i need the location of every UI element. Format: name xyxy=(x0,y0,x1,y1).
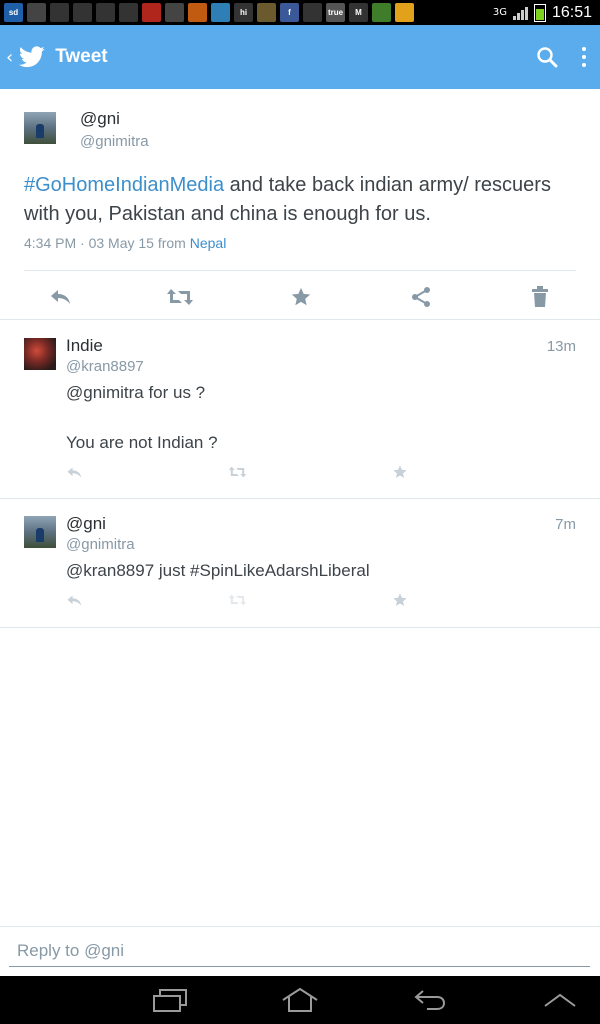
chat-icon xyxy=(211,3,230,22)
retweet-button[interactable] xyxy=(226,462,248,482)
hashtag-link[interactable]: #GoHomeIndianMedia xyxy=(24,174,224,196)
back-button[interactable] xyxy=(400,984,460,1016)
author-name[interactable]: @gni xyxy=(80,109,120,129)
retweet-icon xyxy=(167,289,193,305)
hi-icon: hi xyxy=(234,3,253,22)
ring-icon xyxy=(395,3,414,22)
status-bar: sd hi f true M 3G 16:51 xyxy=(0,0,600,25)
saavn-icon xyxy=(165,3,184,22)
share-button[interactable] xyxy=(401,279,441,315)
avatar[interactable] xyxy=(24,516,56,548)
divider xyxy=(24,270,576,271)
reply-button[interactable] xyxy=(40,279,80,315)
reply-text: @gnimitra for us ? You are not Indian ? xyxy=(66,383,218,452)
avatar[interactable] xyxy=(24,112,56,144)
system-nav-bar xyxy=(0,976,600,1024)
retweet-icon xyxy=(228,466,246,478)
author-handle[interactable]: @gnimitra xyxy=(80,133,149,150)
edit-icon xyxy=(27,3,46,22)
home-button[interactable] xyxy=(270,984,330,1016)
news-app-icon xyxy=(188,3,207,22)
reply-button[interactable] xyxy=(63,462,85,482)
favorite-button[interactable] xyxy=(389,590,411,610)
recent-apps-button[interactable] xyxy=(140,984,200,1016)
page-title: Tweet xyxy=(55,46,108,67)
twitter-icon xyxy=(50,3,69,22)
favorite-icon xyxy=(291,287,311,306)
tweet-actions xyxy=(0,279,600,315)
home-icon xyxy=(282,987,318,1012)
clock: 16:51 xyxy=(551,3,592,21)
reply-icon xyxy=(67,594,82,606)
chevron-up-icon xyxy=(544,993,576,1007)
facebook-icon: f xyxy=(280,3,299,22)
reply-icon xyxy=(67,466,82,478)
avatar[interactable] xyxy=(24,338,56,370)
reply-time: 13m xyxy=(546,338,576,355)
notification-icon xyxy=(257,3,276,22)
reply-author-handle[interactable]: @kran8897 xyxy=(66,358,144,375)
search-icon[interactable] xyxy=(536,46,558,68)
reply-text: @kran8897 just #SpinLikeAdarshLiberal xyxy=(66,561,370,580)
mail-icon xyxy=(303,3,322,22)
recent-apps-icon xyxy=(153,989,187,1012)
playstore-icon xyxy=(372,3,391,22)
notification-icons: sd hi f true M xyxy=(0,3,414,22)
divider xyxy=(0,627,600,628)
retweet-button[interactable] xyxy=(160,279,200,315)
glasses-icon xyxy=(119,3,138,22)
reply-author-name[interactable]: Indie xyxy=(66,336,103,356)
retweet-icon xyxy=(228,594,246,606)
expand-button[interactable] xyxy=(530,984,590,1016)
app-bar: ‹ Tweet xyxy=(0,25,600,89)
favorite-button[interactable] xyxy=(281,279,321,315)
place-link[interactable]: Nepal xyxy=(190,235,227,251)
reply-icon xyxy=(51,290,70,304)
twitter-bird-icon[interactable] xyxy=(19,46,45,68)
retweet-button[interactable] xyxy=(226,590,248,610)
tweet-meta: 4:34 PM · 03 May 15 from Nepal xyxy=(24,235,226,251)
reply-tweet[interactable]: Indie @kran8897 13m @gnimitra for us ? Y… xyxy=(0,320,600,498)
tweet-timestamp: 4:34 PM · 03 May 15 from xyxy=(24,235,190,251)
back-icon[interactable]: ‹ xyxy=(6,47,13,68)
back-arrow-icon xyxy=(414,990,446,1010)
reply-tweet[interactable]: @gni @gnimitra 7m @kran8897 just #SpinLi… xyxy=(0,499,600,627)
reply-time: 7m xyxy=(555,516,576,533)
favorite-icon xyxy=(393,593,407,606)
delete-icon xyxy=(532,286,548,307)
battery-icon xyxy=(533,3,546,22)
system-status: 3G 16:51 xyxy=(492,3,600,22)
hike-icon xyxy=(73,3,92,22)
reply-bar xyxy=(0,926,600,977)
overflow-menu-icon[interactable] xyxy=(582,47,586,67)
m-icon: M xyxy=(349,3,368,22)
share-icon xyxy=(412,287,430,307)
reply-author-name[interactable]: @gni xyxy=(66,514,106,534)
favorite-button[interactable] xyxy=(389,462,411,482)
truecaller-icon: true xyxy=(326,3,345,22)
reply-button[interactable] xyxy=(63,590,85,610)
reply-author-handle[interactable]: @gnimitra xyxy=(66,536,135,553)
network-type: 3G xyxy=(492,7,507,18)
signal-icon xyxy=(512,6,528,20)
tweet-text: #GoHomeIndianMedia and take back indian … xyxy=(24,171,584,229)
reply-input[interactable] xyxy=(9,935,590,967)
gmail-icon xyxy=(96,3,115,22)
favorite-icon xyxy=(393,465,407,478)
sd-icon: sd xyxy=(4,3,23,22)
news-icon xyxy=(142,3,161,22)
delete-button[interactable] xyxy=(520,279,560,315)
